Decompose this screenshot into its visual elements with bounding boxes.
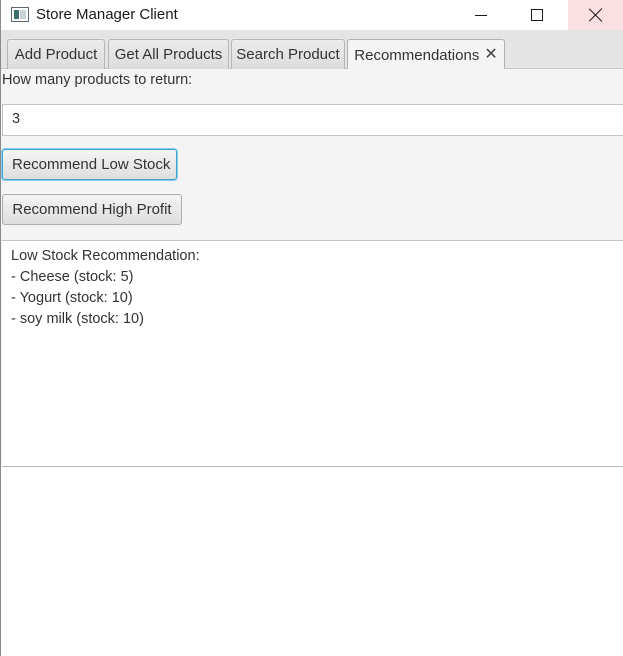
minimize-icon <box>475 14 487 16</box>
tab-recommendations[interactable]: Recommendations ✕ <box>347 39 505 70</box>
tab-label: Add Product <box>14 46 98 63</box>
close-icon <box>589 8 603 22</box>
result-text-area[interactable]: Low Stock Recommendation: - Cheese (stoc… <box>2 240 623 467</box>
close-button[interactable] <box>568 0 623 30</box>
minimize-button[interactable] <box>453 0 509 30</box>
tab-label: Get All Products <box>114 46 223 63</box>
tab-label: Recommendations <box>354 46 480 64</box>
result-line: - soy milk (stock: 10) <box>11 311 144 327</box>
result-line: - Cheese (stock: 5) <box>11 269 134 285</box>
app-window-icon <box>11 7 29 22</box>
tab-get-all-products[interactable]: Get All Products <box>108 39 229 69</box>
tab-search-product[interactable]: Search Product <box>231 39 345 69</box>
count-input[interactable]: 3 <box>2 104 623 136</box>
recommend-low-stock-button[interactable]: Recommend Low Stock <box>2 149 177 180</box>
recommendations-panel: How many products to return: 3 Recommend… <box>1 69 623 656</box>
tab-add-product[interactable]: Add Product <box>7 39 105 69</box>
recommend-high-profit-button[interactable]: Recommend High Profit <box>2 194 182 225</box>
title-bar[interactable]: Store Manager Client <box>1 0 623 30</box>
result-line: Low Stock Recommendation: <box>11 248 200 264</box>
maximize-icon <box>531 9 543 21</box>
maximize-button[interactable] <box>509 0 565 30</box>
window-title: Store Manager Client <box>36 6 178 23</box>
tab-close-icon[interactable]: ✕ <box>484 47 497 63</box>
count-prompt-label: How many products to return: <box>2 72 193 88</box>
empty-lower-pane <box>1 467 623 656</box>
result-line: - Yogurt (stock: 10) <box>11 290 133 306</box>
tab-label: Search Product <box>236 46 340 63</box>
app-window: Store Manager Client Add Product Get All… <box>0 0 623 656</box>
tab-bar: Add Product Get All Products Search Prod… <box>1 30 623 70</box>
